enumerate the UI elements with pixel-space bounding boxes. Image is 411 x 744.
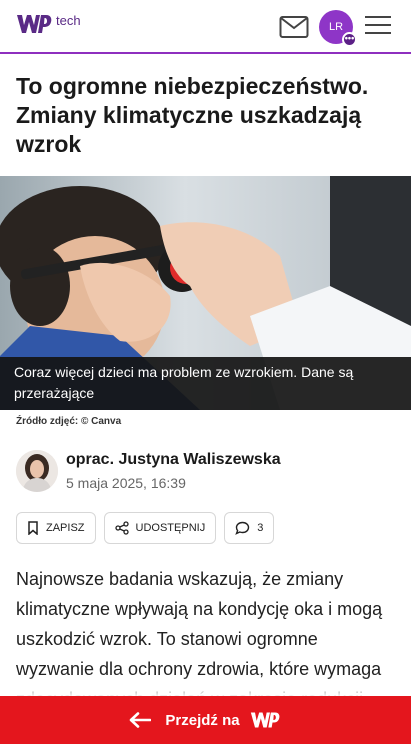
- comments-count: 3: [257, 522, 264, 534]
- top-header: tech LR •••: [0, 0, 411, 54]
- user-avatar-button[interactable]: LR •••: [319, 10, 357, 47]
- save-label: ZAPISZ: [46, 522, 85, 534]
- more-options-badge: •••: [342, 32, 357, 47]
- author-name[interactable]: oprac. Justyna Waliszewska: [66, 451, 281, 469]
- logo-suffix: tech: [56, 13, 81, 28]
- avatar-initials: LR: [328, 21, 344, 33]
- article-title: To ogromne niebezpieczeństwo. Zmiany kli…: [16, 73, 369, 157]
- image-caption: Coraz więcej dzieci ma problem ze wzroki…: [0, 357, 411, 410]
- menu-line: [365, 24, 391, 26]
- article-hero-image[interactable]: Coraz więcej dzieci ma problem ze wzroki…: [0, 176, 411, 410]
- go-to-label: Przejdź na: [165, 711, 240, 729]
- share-label: UDOSTĘPNIJ: [135, 522, 206, 534]
- article-actions: ZAPISZ UDOSTĘPNIJ 3: [16, 512, 275, 544]
- author-photo: [16, 450, 58, 492]
- publish-date: 5 maja 2025, 16:39: [66, 475, 186, 491]
- arrow-left-icon: [129, 712, 152, 728]
- menu-line: [365, 32, 391, 34]
- bookmark-icon: [28, 521, 38, 535]
- hamburger-menu-icon[interactable]: [365, 16, 391, 38]
- content-fade: [0, 676, 411, 696]
- site-logo[interactable]: tech: [16, 12, 81, 36]
- save-button[interactable]: ZAPISZ: [16, 512, 96, 544]
- menu-line: [365, 16, 391, 18]
- author-avatar[interactable]: [16, 450, 58, 492]
- go-to-wp-bar[interactable]: Przejdź na: [0, 696, 411, 744]
- comments-button[interactable]: 3: [224, 512, 275, 544]
- wp-logo-icon: [248, 710, 282, 730]
- share-button[interactable]: UDOSTĘPNIJ: [103, 512, 217, 544]
- share-icon: [114, 521, 129, 535]
- mail-icon[interactable]: [279, 14, 309, 40]
- comment-icon: [235, 521, 250, 535]
- image-source: Źródło zdjęć: © Canva: [16, 416, 122, 427]
- wp-logo-icon: [17, 15, 52, 33]
